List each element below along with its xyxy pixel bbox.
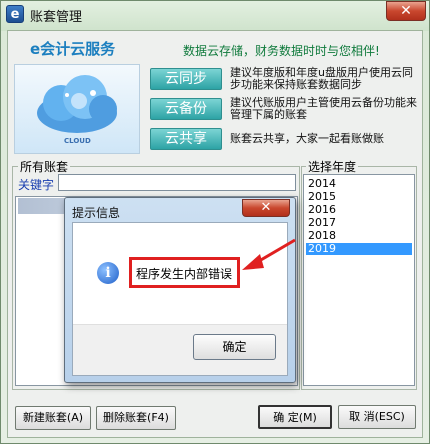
cloud-sync-desc: 建议年度版和年度u盘版用户使用云同步功能来保持账套数据同步 bbox=[230, 66, 413, 91]
cloud-sync-button[interactable]: 云同步 bbox=[150, 68, 222, 90]
cloud-backup-desc: 建议代账版用户主管使用云备份功能来管理下属的账套 bbox=[230, 96, 417, 121]
annotation-arrow-icon bbox=[242, 238, 296, 270]
new-account-button[interactable]: 新建账套(A) bbox=[15, 406, 91, 430]
dialog-message: 程序发生内部错误 bbox=[136, 267, 233, 281]
title-bar: e 账套管理 ✕ bbox=[0, 0, 430, 30]
app-icon: e bbox=[6, 5, 24, 23]
brand-title: e会计云服务 bbox=[30, 40, 116, 58]
cloud-backup-button[interactable]: 云备份 bbox=[150, 98, 222, 120]
cloud-share-button[interactable]: 云共享 bbox=[150, 128, 222, 150]
keyword-input[interactable] bbox=[58, 174, 296, 191]
tagline: 数据云存储，财务数据时时与您相伴! bbox=[183, 44, 380, 58]
year-group-label: 选择年度 bbox=[306, 158, 359, 175]
year-item-selected[interactable]: 2019 bbox=[306, 243, 412, 255]
ok-button[interactable]: 确 定(M) bbox=[258, 405, 332, 429]
info-icon: i bbox=[97, 262, 119, 284]
year-item[interactable]: 2017 bbox=[306, 217, 412, 229]
window-close-button[interactable]: ✕ bbox=[386, 1, 426, 21]
delete-account-button[interactable]: 删除账套(F4) bbox=[96, 406, 176, 430]
dialog-title: 提示信息 bbox=[72, 206, 121, 220]
dialog-close-button[interactable]: ✕ bbox=[242, 199, 290, 217]
year-item[interactable]: 2018 bbox=[306, 230, 412, 242]
year-list[interactable]: 2014 2015 2016 2017 2018 2019 bbox=[303, 174, 415, 386]
accounts-group-label: 所有账套 bbox=[18, 158, 71, 175]
dialog-ok-button[interactable]: 确定 bbox=[193, 334, 276, 360]
year-item[interactable]: 2014 bbox=[306, 178, 412, 190]
year-item[interactable]: 2015 bbox=[306, 191, 412, 203]
keyword-label: 关键字 bbox=[18, 178, 55, 192]
year-item[interactable]: 2016 bbox=[306, 204, 412, 216]
cancel-button[interactable]: 取 消(ESC) bbox=[338, 405, 416, 429]
window-title: 账套管理 bbox=[30, 10, 83, 25]
cloud-label: CLOUD bbox=[64, 137, 91, 145]
cloud-share-desc: 账套云共享，大家一起看账做账 bbox=[230, 132, 384, 145]
